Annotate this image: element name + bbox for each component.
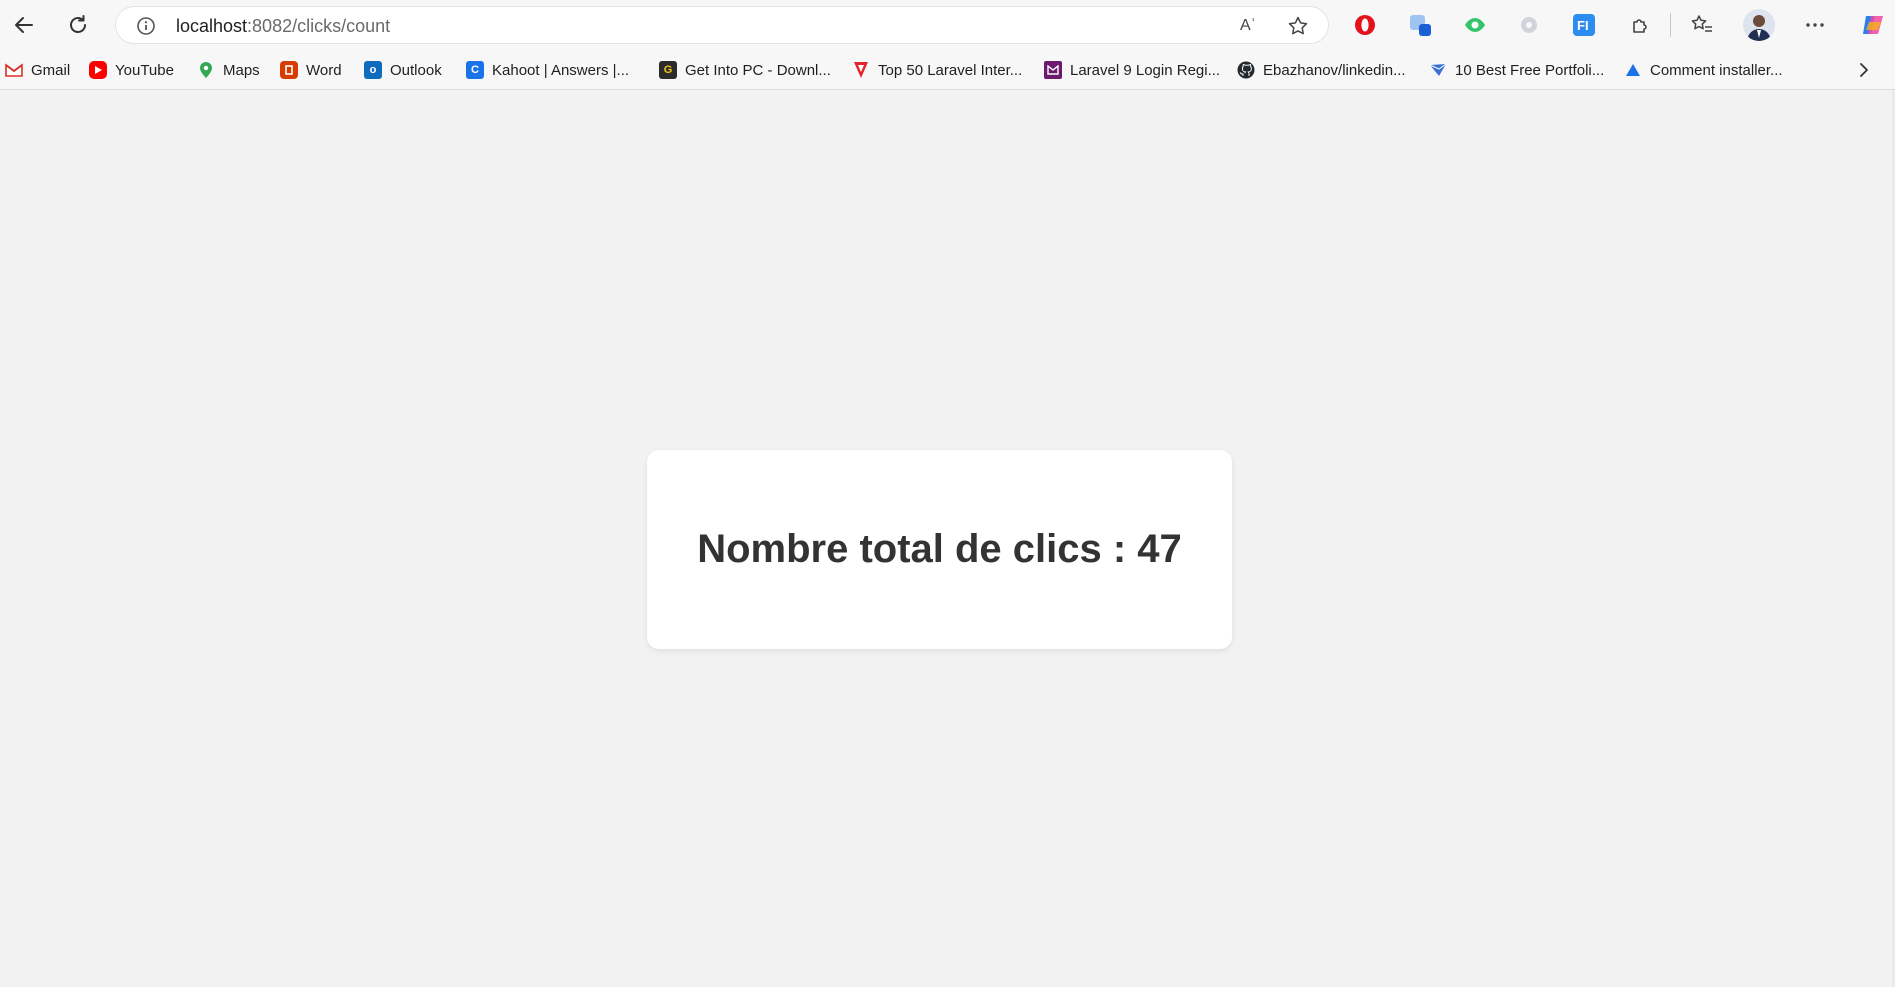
bookmark-label: Top 50 Laravel Inter... (878, 61, 1023, 79)
page-content: Nombre total de clics : 47 (0, 91, 1895, 987)
bookmark-youtube[interactable]: YouTube (89, 59, 174, 81)
back-button[interactable] (8, 9, 40, 41)
refresh-icon (70, 15, 86, 33)
github-icon (1237, 61, 1255, 79)
extension-fi-icon[interactable]: FI (1570, 11, 1598, 39)
bookmarks-bar: Gmail YouTube Maps Word o Outlook C Kaho… (0, 50, 1895, 90)
bookmark-label: Outlook (390, 61, 442, 79)
triangle-icon (1624, 61, 1642, 79)
gmail-icon (5, 61, 23, 79)
outlook-icon: o (364, 61, 382, 79)
bookmark-label: 10 Best Free Portfoli... (1455, 61, 1605, 79)
bookmark-label: Word (306, 61, 342, 79)
maps-icon (197, 61, 215, 79)
bookmark-maps[interactable]: Maps (197, 59, 260, 81)
bookmark-kahoot[interactable]: C Kahoot | Answers |... (466, 59, 629, 81)
profile-avatar[interactable] (1743, 9, 1775, 41)
click-count-card: Nombre total de clics : 47 (647, 450, 1232, 649)
youtube-icon (89, 61, 107, 79)
site-info-icon[interactable] (134, 14, 158, 38)
bookmark-outlook[interactable]: o Outlook (364, 59, 442, 81)
bookmark-gmail[interactable]: Gmail (5, 59, 70, 81)
copilot-icon[interactable] (1859, 11, 1887, 39)
bookmark-github[interactable]: Ebazhanov/linkedin... (1237, 59, 1406, 81)
extension-blue-icon[interactable] (1406, 11, 1434, 39)
address-bar[interactable]: localhost:8082/clicks/count Aʾ (115, 6, 1329, 44)
url-host: localhost (176, 16, 248, 36)
bookmark-comment-installer[interactable]: Comment installer... (1624, 59, 1783, 81)
bookmark-portfolio[interactable]: 10 Best Free Portfoli... (1429, 59, 1604, 81)
url-text[interactable]: localhost:8082/clicks/count (176, 16, 390, 37)
bookmark-label: Kahoot | Answers |... (492, 61, 630, 79)
back-arrow-icon (15, 17, 33, 33)
laravel-icon (852, 61, 870, 79)
more-menu-icon[interactable] (1801, 11, 1829, 39)
bookmark-label: Maps (223, 61, 260, 79)
extension-green-eye-icon[interactable] (1461, 11, 1489, 39)
bookmark-label: Get Into PC - Downl... (685, 61, 831, 79)
svg-text:FI: FI (1577, 18, 1589, 33)
bookmarks-more-chevron-icon[interactable] (1852, 59, 1876, 81)
bookmark-label: YouTube (115, 61, 174, 79)
portfolio-icon (1429, 61, 1447, 79)
favorites-icon[interactable] (1688, 11, 1716, 39)
site-icon (1044, 61, 1062, 79)
extension-gear-icon[interactable] (1515, 11, 1543, 39)
bookmark-label: Laravel 9 Login Regi... (1070, 61, 1221, 79)
toolbar-divider (1670, 13, 1671, 37)
bookmark-word[interactable]: Word (280, 59, 342, 81)
bookmark-getintopc[interactable]: G Get Into PC - Downl... (659, 59, 831, 81)
bookmark-label: Comment installer... (1650, 61, 1783, 79)
bookmark-laravel-interview[interactable]: Top 50 Laravel Inter... (852, 59, 1022, 81)
url-path: :8082/clicks/count (247, 16, 391, 36)
click-count-heading: Nombre total de clics : 47 (697, 527, 1182, 571)
read-aloud-icon[interactable]: Aʾ (1236, 14, 1260, 38)
add-favorite-star-icon[interactable] (1286, 14, 1310, 38)
office-icon (280, 61, 298, 79)
kahoot-icon: C (466, 61, 484, 79)
bookmark-label: Ebazhanov/linkedin... (1263, 61, 1406, 79)
opera-extension-icon[interactable] (1351, 11, 1379, 39)
bookmark-label: Gmail (31, 61, 71, 79)
bookmark-laravel-login[interactable]: Laravel 9 Login Regi... (1044, 59, 1220, 81)
browser-toolbar: localhost:8082/clicks/count Aʾ FI (0, 0, 1895, 50)
refresh-button[interactable] (62, 9, 94, 41)
getintopc-icon: G (659, 61, 677, 79)
extensions-puzzle-icon[interactable] (1626, 11, 1654, 39)
